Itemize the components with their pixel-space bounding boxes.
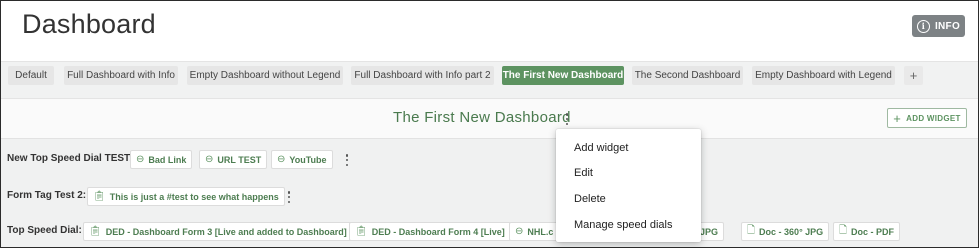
add-widget-button[interactable]: + ADD WIDGET xyxy=(887,108,967,128)
speed-dial-link-label: URL TEST xyxy=(217,154,262,165)
tab-full-dashboard-with-info-part-2[interactable]: Full Dashboard with Info part 2 xyxy=(351,66,494,85)
row-menu-kebab-icon[interactable] xyxy=(343,154,351,166)
document-icon: 🗋︎ xyxy=(839,225,848,236)
dashboard-menu-kebab-icon[interactable] xyxy=(563,113,571,125)
document-icon: 🗋︎ xyxy=(747,225,756,236)
plus-icon: + xyxy=(893,110,902,126)
tab-empty-dashboard-with-legend[interactable]: Empty Dashboard with Legend xyxy=(752,66,895,85)
speed-dial-document-label: Doc - 360° JPG xyxy=(759,226,824,237)
tab-full-dashboard-with-info[interactable]: Full Dashboard with Info xyxy=(64,66,178,85)
dashboard-title-bar: The First New Dashboard + ADD WIDGET xyxy=(1,99,978,139)
tab-the-second-dashboard[interactable]: The Second Dashboard xyxy=(632,66,743,85)
link-icon: ⊖ xyxy=(136,154,145,165)
speed-dial-document-label: Doc - PDF xyxy=(851,226,895,237)
speed-dial-link[interactable]: ⊖ Bad Link xyxy=(130,150,193,169)
speed-dial-row: Top Speed Dial: 📋︎ DED - Dashboard Form … xyxy=(1,221,978,243)
tab-the-first-new-dashboard[interactable]: The First New Dashboard xyxy=(502,66,624,85)
speed-dial-row-label: Form Tag Test 2: xyxy=(7,190,87,201)
header: Dashboard i INFO xyxy=(1,1,978,61)
dashboard-tabs: Default Full Dashboard with Info Empty D… xyxy=(1,61,978,99)
info-button-label: INFO xyxy=(934,20,961,32)
menu-item-add-widget[interactable]: Add widget xyxy=(574,142,628,154)
clipboard-icon: 📋︎ xyxy=(355,226,368,237)
menu-item-delete[interactable]: Delete xyxy=(574,193,606,205)
add-tab-button[interactable]: + xyxy=(904,66,923,85)
row-menu-kebab-icon[interactable] xyxy=(285,191,293,203)
link-icon: ⊖ xyxy=(515,226,524,237)
speed-dial-row: New Top Speed Dial TEST: ⊖ Bad Link ⊖ UR… xyxy=(1,149,978,171)
info-icon: i xyxy=(916,19,930,33)
info-button[interactable]: i INFO xyxy=(912,15,965,37)
page-title: Dashboard xyxy=(22,9,156,39)
speed-dial-link[interactable]: ⊖ URL TEST xyxy=(199,150,268,169)
speed-dial-form[interactable]: 📋︎ This is just a #test to see what happ… xyxy=(87,187,285,206)
speed-dial-form-label: DED - Dashboard Form 3 [Live and added t… xyxy=(105,226,347,237)
speed-dial-form-label: This is just a #test to see what happens xyxy=(109,191,279,202)
speed-dial-form-label: DED - Dashboard Form 4 [Live] xyxy=(371,226,505,237)
menu-item-edit[interactable]: Edit xyxy=(574,167,593,179)
speed-dial-form[interactable]: 📋︎ DED - Dashboard Form 4 [Live] xyxy=(349,222,511,241)
clipboard-icon: 📋︎ xyxy=(89,226,102,237)
tab-empty-dashboard-without-legend[interactable]: Empty Dashboard without Legend xyxy=(187,66,343,85)
dashboard-title: The First New Dashboard xyxy=(393,109,571,126)
speed-dial-row: Form Tag Test 2: 📋︎ This is just a #test… xyxy=(1,186,978,208)
speed-dial-link-label: NHL.c xyxy=(527,226,554,237)
speed-dial-link[interactable]: ⊖ YouTube xyxy=(271,150,333,169)
speed-dial-area: New Top Speed Dial TEST: ⊖ Bad Link ⊖ UR… xyxy=(1,139,978,247)
speed-dial-link[interactable]: ⊖ NHL.c xyxy=(509,222,560,241)
dashboard-context-menu: Add widget Edit Delete Manage speed dial… xyxy=(556,129,701,242)
speed-dial-link-label: Bad Link xyxy=(148,154,187,165)
speed-dial-row-label: New Top Speed Dial TEST: xyxy=(7,153,133,164)
speed-dial-row-label: Top Speed Dial: xyxy=(7,225,82,236)
link-icon: ⊖ xyxy=(205,154,214,165)
add-widget-label: ADD WIDGET xyxy=(906,113,961,123)
link-icon: ⊖ xyxy=(277,154,286,165)
speed-dial-link-label: YouTube xyxy=(289,154,327,165)
speed-dial-document[interactable]: 🗋︎ Doc - PDF xyxy=(833,222,901,241)
menu-item-manage-speed-dials[interactable]: Manage speed dials xyxy=(574,219,672,231)
speed-dial-form[interactable]: 📋︎ DED - Dashboard Form 3 [Live and adde… xyxy=(83,222,353,241)
dashboard-window: Dashboard i INFO Default Full Dashboard … xyxy=(0,0,979,248)
tab-default[interactable]: Default xyxy=(8,66,54,85)
speed-dial-document[interactable]: 🗋︎ Doc - 360° JPG xyxy=(741,222,830,241)
clipboard-icon: 📋︎ xyxy=(93,191,106,202)
